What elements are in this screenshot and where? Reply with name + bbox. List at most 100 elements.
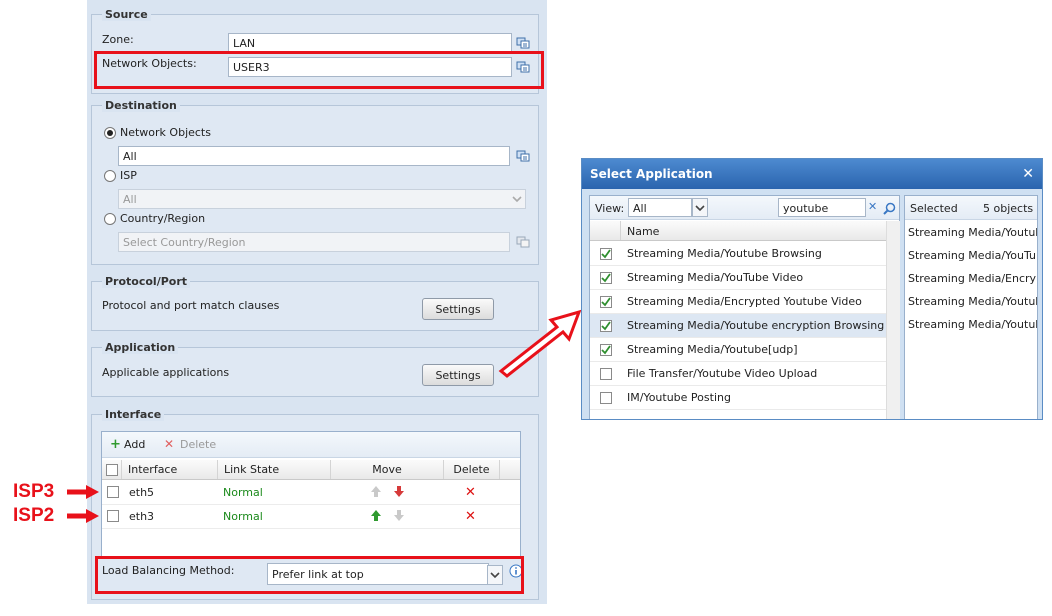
- view-label: View:: [595, 202, 625, 215]
- interface-toolbar: + Add ✕ Delete: [102, 432, 520, 458]
- move-down-icon[interactable]: [393, 485, 405, 501]
- app-checkbox[interactable]: [600, 248, 612, 260]
- destination-legend: Destination: [102, 99, 180, 112]
- protocol-fieldset: Protocol/Port Protocol and port match cl…: [91, 275, 539, 331]
- zone-picker-icon[interactable]: [514, 34, 532, 52]
- load-balancing-chevron-icon[interactable]: [487, 565, 503, 585]
- row-delete-icon[interactable]: ✕: [465, 509, 476, 524]
- application-toolbar: View: All youtube ✕: [590, 196, 899, 220]
- app-checkbox[interactable]: [600, 320, 612, 332]
- app-name: Streaming Media/Encrypted Youtube Video: [627, 295, 862, 308]
- clear-search-icon[interactable]: ✕: [868, 200, 877, 213]
- radio-isp-label: ISP: [120, 169, 137, 182]
- app-checkbox[interactable]: [600, 272, 612, 284]
- selected-item[interactable]: Streaming Media/Encrypted Youtube Video: [905, 267, 1037, 290]
- application-row[interactable]: File Transfer/Youtube Video Upload: [590, 362, 886, 386]
- dialog-title: Select Application: [582, 159, 1042, 189]
- view-chevron-icon[interactable]: [692, 198, 708, 217]
- move-up-icon[interactable]: [370, 509, 382, 525]
- app-name: Streaming Media/Youtube Browsing: [627, 247, 822, 260]
- application-fieldset: Application Applicable applications Sett…: [91, 341, 539, 397]
- selected-item[interactable]: Streaming Media/Youtube encryption Brows…: [905, 290, 1037, 313]
- application-row[interactable]: Streaming Media/Encrypted Youtube Video: [590, 290, 886, 314]
- application-row[interactable]: Streaming Media/YouTube Video: [590, 266, 886, 290]
- search-input[interactable]: youtube: [778, 198, 866, 217]
- isp-select-chevron-icon[interactable]: [508, 190, 526, 208]
- application-legend: Application: [102, 341, 179, 354]
- app-checkbox[interactable]: [600, 392, 612, 404]
- col-move[interactable]: Move: [331, 460, 444, 479]
- isp2-arrow-icon: [67, 509, 99, 523]
- row-checkbox[interactable]: [107, 486, 119, 498]
- move-down-icon[interactable]: [393, 509, 405, 525]
- source-fieldset: Source Zone: LAN Network Objects: USER3: [91, 8, 539, 94]
- col-delete[interactable]: Delete: [444, 460, 500, 479]
- application-row[interactable]: Streaming Media/Youtube[udp]: [590, 338, 886, 362]
- source-network-picker-icon[interactable]: [514, 58, 532, 76]
- app-checkbox[interactable]: [600, 296, 612, 308]
- radio-country[interactable]: [104, 213, 116, 225]
- network-objects-label: Network Objects:: [102, 57, 197, 70]
- interface-row[interactable]: eth3 Normal ✕: [102, 505, 520, 529]
- application-row[interactable]: Streaming Media/Youtube Browsing: [590, 242, 886, 266]
- selected-item[interactable]: Streaming Media/Youtube Browsing: [905, 221, 1037, 244]
- app-name: File Transfer/Youtube Video Upload: [627, 367, 818, 380]
- load-balancing-label: Load Balancing Method:: [102, 564, 235, 577]
- radio-network-objects[interactable]: [104, 127, 116, 139]
- add-icon[interactable]: +: [110, 437, 121, 452]
- app-checkbox[interactable]: [600, 368, 612, 380]
- search-icon[interactable]: [880, 199, 898, 217]
- zone-field[interactable]: LAN: [228, 33, 512, 53]
- selected-header: Selected 5 objects: [905, 196, 1037, 220]
- row-delete-icon[interactable]: ✕: [465, 485, 476, 500]
- country-picker-icon[interactable]: [514, 233, 532, 251]
- source-network-objects-field[interactable]: USER3: [228, 57, 512, 77]
- destination-fieldset: Destination Network Objects All ISP All …: [91, 99, 539, 265]
- source-legend: Source: [102, 8, 151, 21]
- row-link-state: Normal: [223, 510, 263, 523]
- move-up-icon[interactable]: [370, 485, 382, 501]
- application-list-header: Name: [590, 221, 886, 241]
- info-icon[interactable]: [507, 562, 525, 580]
- name-column-header[interactable]: Name: [627, 225, 659, 238]
- interface-grid: + Add ✕ Delete Interface Link State Move…: [101, 431, 521, 559]
- view-select[interactable]: All: [628, 198, 692, 217]
- application-row-highlighted[interactable]: Streaming Media/Youtube encryption Brows…: [590, 314, 886, 338]
- application-row[interactable]: IM/Youtube Posting: [590, 386, 886, 410]
- isp3-annotation: ISP3: [13, 481, 55, 502]
- app-name: Streaming Media/Youtube[udp]: [627, 343, 798, 356]
- interface-row[interactable]: eth5 Normal ✕: [102, 481, 520, 505]
- destination-network-objects-field[interactable]: All: [118, 146, 510, 166]
- radio-country-label: Country/Region: [120, 212, 206, 225]
- destination-network-picker-icon[interactable]: [514, 147, 532, 165]
- selected-item[interactable]: Streaming Media/Youtube[udp]: [905, 313, 1037, 336]
- isp2-annotation: ISP2: [13, 505, 55, 526]
- application-settings-button[interactable]: Settings: [422, 364, 494, 386]
- app-checkbox[interactable]: [600, 344, 612, 356]
- radio-isp[interactable]: [104, 170, 116, 182]
- selected-item[interactable]: Streaming Media/YouTube Video: [905, 244, 1037, 267]
- policy-form-panel: Source Zone: LAN Network Objects: USER3 …: [87, 0, 547, 604]
- radio-network-objects-label: Network Objects: [120, 126, 211, 139]
- add-button[interactable]: Add: [124, 438, 145, 451]
- selected-label: Selected: [910, 202, 958, 215]
- interface-grid-header: Interface Link State Move Delete: [102, 460, 520, 480]
- protocol-settings-button[interactable]: Settings: [422, 298, 494, 320]
- row-checkbox[interactable]: [107, 510, 119, 522]
- col-link-state[interactable]: Link State: [218, 460, 331, 479]
- country-field[interactable]: Select Country/Region: [118, 232, 510, 252]
- isp-select[interactable]: All: [118, 189, 526, 209]
- delete-toolbar-icon[interactable]: ✕: [164, 437, 174, 451]
- zone-label: Zone:: [102, 33, 134, 46]
- delete-toolbar-button[interactable]: Delete: [180, 438, 216, 451]
- application-desc: Applicable applications: [102, 366, 230, 379]
- list-scrollbar[interactable]: [886, 221, 900, 419]
- selected-count: 5 objects: [983, 202, 1034, 215]
- select-all-checkbox[interactable]: [106, 464, 118, 476]
- protocol-legend: Protocol/Port: [102, 275, 191, 288]
- pointer-arrow-icon: [498, 309, 582, 378]
- load-balancing-select[interactable]: Prefer link at top: [267, 563, 489, 585]
- selected-list: Selected 5 objects Streaming Media/Youtu…: [904, 195, 1038, 419]
- dialog-close-icon[interactable]: ✕: [1022, 166, 1034, 182]
- col-interface[interactable]: Interface: [122, 460, 218, 479]
